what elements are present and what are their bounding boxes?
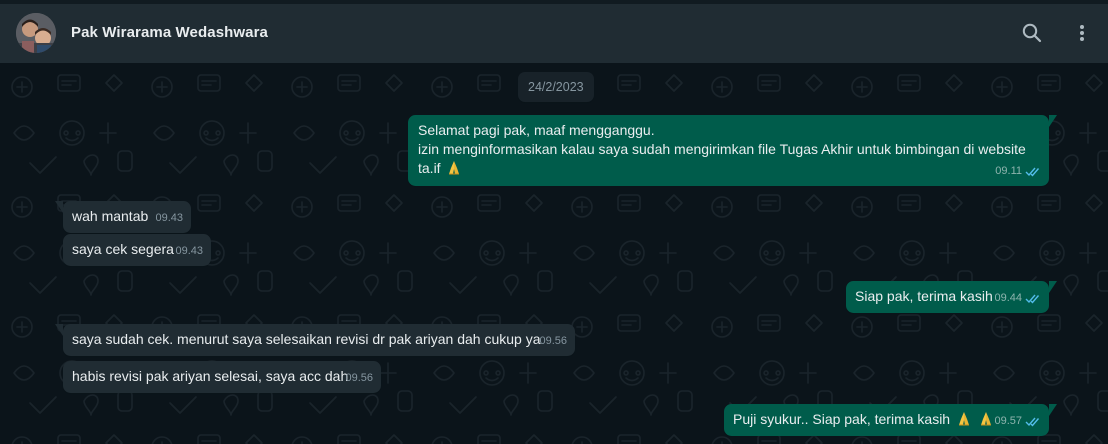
message-meta: 09.43 [155, 209, 183, 228]
folded-hands-emoji-icon [449, 161, 460, 175]
message-time: 09.44 [994, 292, 1022, 304]
outgoing-message[interactable]: Selamat pagi pak, maaf mengganggu. izin … [408, 115, 1057, 186]
message-meta: 09.56 [345, 369, 373, 388]
message-time: 09.56 [539, 335, 567, 347]
message-time: 09.57 [994, 415, 1022, 427]
incoming-message[interactable]: wah mantab 09.43 [55, 201, 191, 233]
message-time: 09.43 [175, 245, 203, 257]
double-check-read-icon [1025, 294, 1040, 304]
double-check-read-icon [1025, 417, 1040, 427]
date-separator: 24/2/2023 [518, 72, 594, 102]
message-time: 09.56 [345, 372, 373, 384]
message-text: habis revisi pak ariyan selesai, saya ac… [72, 368, 349, 384]
message-meta: 09.11 [995, 162, 1041, 181]
incoming-message[interactable]: saya cek segera 09.43 [63, 234, 211, 266]
incoming-message[interactable]: habis revisi pak ariyan selesai, saya ac… [63, 361, 381, 393]
message-text: saya cek segera [72, 241, 174, 257]
bubble-tail [55, 201, 63, 213]
incoming-message[interactable]: saya sudah cek. menurut saya selesaikan … [55, 324, 575, 356]
profile-photo-icon [16, 13, 56, 53]
outgoing-message[interactable]: Siap pak, terima kasih 09.44 [846, 281, 1057, 313]
message-time: 09.43 [155, 212, 183, 224]
kebab-menu-icon[interactable] [1070, 21, 1094, 45]
message-text: Siap pak, terima kasih [855, 288, 993, 304]
message-text: wah mantab [72, 208, 149, 224]
message-text-line: ta.if 🙏 [418, 159, 1040, 178]
contact-name[interactable]: Pak Wirarama Wedashwara [71, 24, 268, 41]
whatsapp-chat-window: Pak Wirarama Wedashwara 24/2/2023 Selama… [0, 0, 1108, 444]
message-text: ta.if [418, 160, 441, 176]
search-icon[interactable] [1020, 21, 1044, 45]
bubble-tail [55, 324, 63, 336]
message-text-line: izin menginformasikan kalau saya sudah m… [418, 141, 1026, 157]
chat-header[interactable]: Pak Wirarama Wedashwara [0, 4, 1108, 63]
double-check-read-icon [1025, 167, 1040, 177]
message-meta: 09.44 [994, 289, 1041, 308]
message-time: 09.11 [995, 165, 1022, 177]
contact-avatar[interactable] [16, 13, 56, 53]
message-text: saya sudah cek. menurut saya selesaikan … [72, 331, 541, 347]
bubble-tail [1049, 115, 1057, 127]
message-text-line: Selamat pagi pak, maaf mengganggu. [418, 122, 655, 138]
bubble-tail [1049, 281, 1057, 293]
folded-hands-emoji-icon [980, 412, 991, 426]
message-meta: 09.57 [994, 412, 1041, 431]
message-text: Puji syukur.. Siap pak, terima kasih [733, 411, 951, 427]
message-meta: 09.43 [175, 242, 203, 261]
outgoing-message[interactable]: Puji syukur.. Siap pak, terima kasih 🙏🙏 … [724, 404, 1057, 436]
message-list[interactable]: 24/2/2023 Selamat pagi pak, maaf menggan… [0, 63, 1108, 444]
message-meta: 09.56 [539, 332, 567, 351]
folded-hands-emoji-icon [959, 412, 969, 426]
bubble-tail [1049, 404, 1057, 416]
